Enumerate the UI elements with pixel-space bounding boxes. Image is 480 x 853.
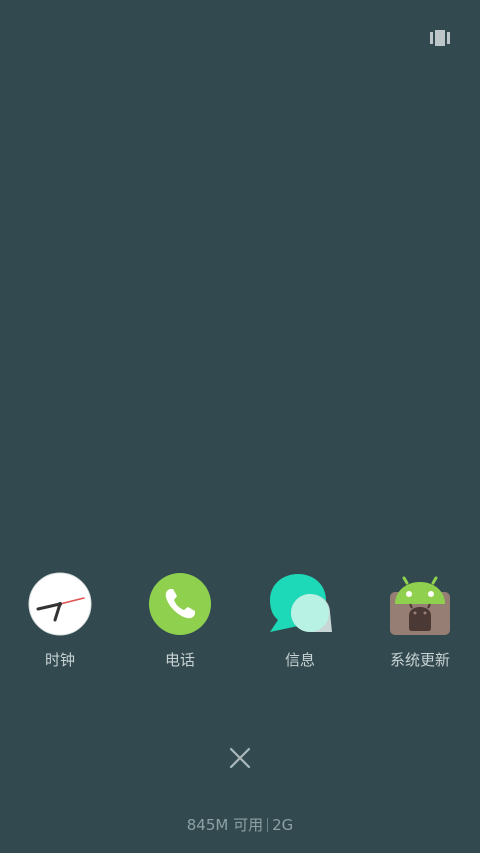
app-clock[interactable]: 时钟 bbox=[15, 572, 105, 672]
clock-icon bbox=[28, 572, 92, 636]
app-label: 信息 bbox=[284, 651, 315, 669]
app-system-update[interactable]: 系统更新 bbox=[375, 572, 465, 672]
close-icon[interactable] bbox=[229, 747, 251, 769]
app-label: 系统更新 bbox=[389, 651, 450, 669]
app-messages[interactable]: 信息 bbox=[255, 572, 345, 672]
memory-info: 845M 可用 2G bbox=[0, 815, 480, 835]
recent-apps-row: 时钟 电话 信息 系统更新 bbox=[0, 572, 480, 672]
app-label: 时钟 bbox=[44, 651, 75, 669]
memory-total: 2G bbox=[272, 816, 294, 834]
app-phone[interactable]: 电话 bbox=[135, 572, 225, 672]
memory-available: 845M 可用 bbox=[186, 816, 264, 834]
system-update-icon bbox=[390, 576, 450, 635]
phone-icon bbox=[149, 573, 211, 635]
recents-grid-icon[interactable] bbox=[430, 30, 450, 46]
messages-icon bbox=[270, 574, 332, 632]
memory-divider bbox=[267, 818, 269, 832]
app-label: 电话 bbox=[164, 651, 195, 669]
